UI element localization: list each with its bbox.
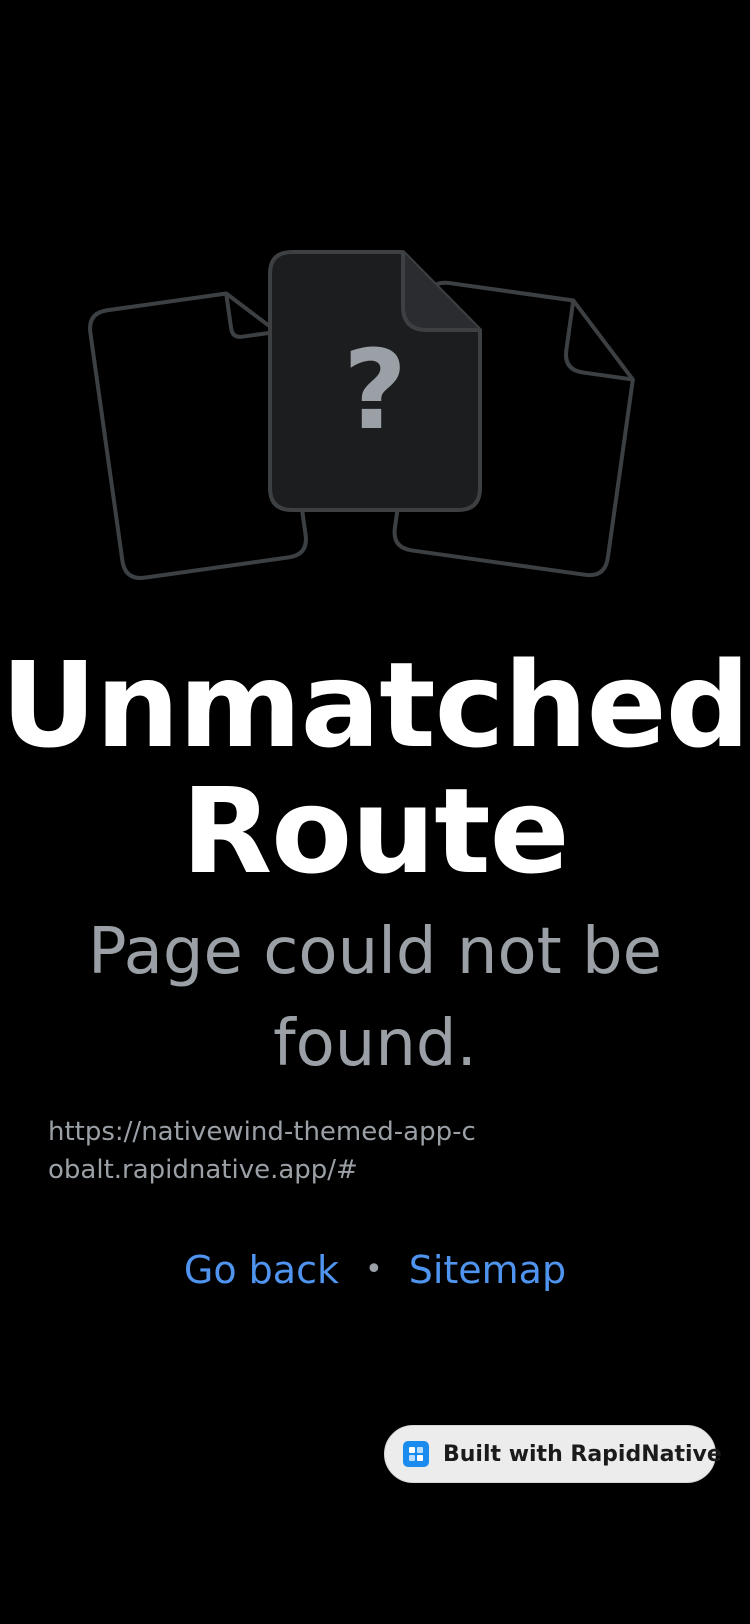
built-with-rapidnative-badge[interactable]: Built with RapidNative (384, 1425, 722, 1483)
page-title-line-1: Unmatched (0, 636, 750, 774)
page-subtitle: Page could not be found. (87, 915, 663, 1081)
link-separator: • (365, 1252, 383, 1287)
rapidnative-logo-icon (403, 1441, 429, 1467)
go-back-link[interactable]: Go back (184, 1245, 339, 1295)
badge-label: Built with RapidNative (443, 1441, 722, 1467)
not-found-illustration: ? (0, 230, 750, 600)
sitemap-link[interactable]: Sitemap (409, 1245, 566, 1295)
navigation-links: Go back • Sitemap (0, 1245, 750, 1295)
page-title-line-2: Route (181, 762, 569, 900)
current-url-text: https://nativewind-themed-app-cobalt.rap… (48, 1117, 476, 1185)
question-mark-glyph: ? (343, 326, 407, 454)
page-title: Unmatched Route (0, 642, 750, 894)
